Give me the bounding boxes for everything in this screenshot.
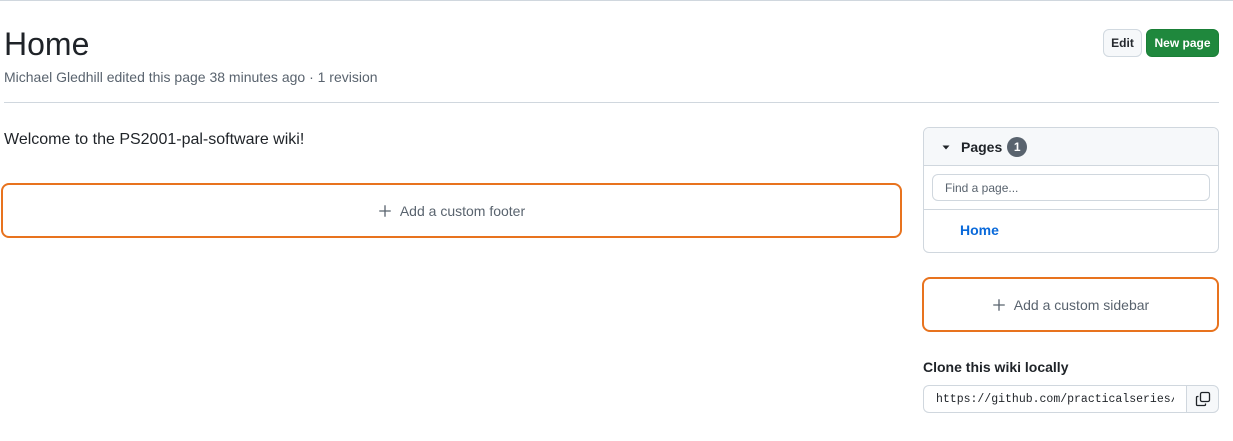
add-custom-footer-button[interactable]: Add a custom footer [1,183,902,238]
pages-search-container [924,166,1218,210]
plus-icon [992,298,1005,311]
pages-count-badge: 1 [1007,136,1028,157]
clone-url-group [923,385,1219,413]
add-custom-sidebar-label: Add a custom sidebar [1013,296,1150,313]
find-page-input[interactable] [932,174,1210,201]
clone-heading: Clone this wiki locally [923,359,1069,375]
clone-url-input[interactable] [923,385,1186,413]
edit-button[interactable]: Edit [1103,29,1142,57]
copy-url-button[interactable] [1186,385,1219,413]
page-link-home[interactable]: Home [960,222,999,238]
pages-title: Pages [961,138,1003,155]
pages-panel-toggle[interactable]: Pages 1 [924,128,1218,166]
page-revision-meta[interactable]: Michael Gledhill edited this page 38 min… [4,68,378,86]
pages-list: Home [924,210,1218,240]
wiki-welcome-text: Welcome to the PS2001-pal-software wiki! [4,131,305,148]
pages-panel: Pages 1 Home [923,127,1219,253]
top-divider [0,0,1233,1]
new-page-button[interactable]: New page [1146,29,1219,57]
header-divider [4,102,1219,103]
caret-down-icon [942,145,950,149]
add-custom-sidebar-button[interactable]: Add a custom sidebar [922,277,1219,332]
add-custom-footer-label: Add a custom footer [399,202,526,219]
copy-icon [1195,391,1210,407]
plus-icon [378,204,391,217]
page-title: Home [4,26,90,62]
